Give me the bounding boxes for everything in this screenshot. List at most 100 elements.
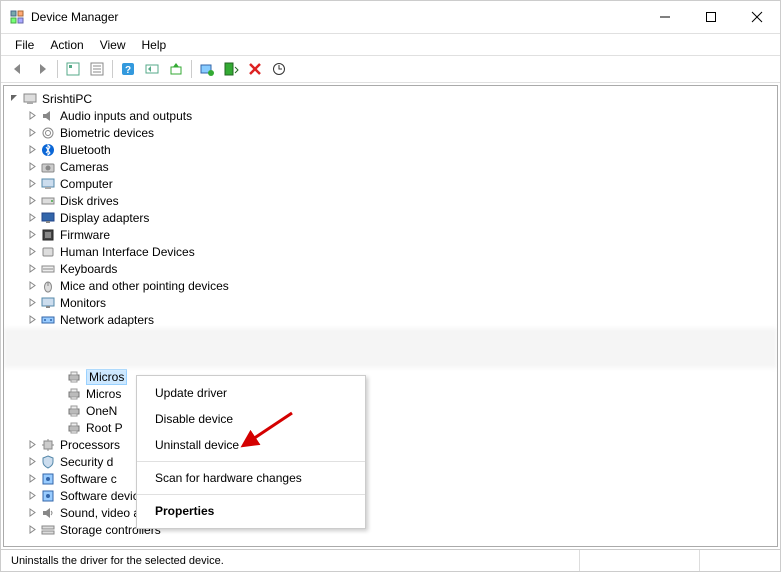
expand-icon[interactable] bbox=[26, 281, 38, 290]
forward-button[interactable] bbox=[31, 58, 53, 80]
tree-row[interactable]: Mice and other pointing devices bbox=[4, 277, 777, 294]
expand-icon[interactable] bbox=[26, 230, 38, 239]
tree-row[interactable]: Keyboards bbox=[4, 260, 777, 277]
tree-row[interactable]: Computer bbox=[4, 175, 777, 192]
menuitem-properties[interactable]: Properties bbox=[137, 498, 365, 524]
maximize-button[interactable] bbox=[688, 1, 734, 33]
tree-row[interactable]: Firmware bbox=[4, 226, 777, 243]
device-label: Root P bbox=[86, 421, 123, 435]
device-row[interactable]: OneN bbox=[4, 402, 777, 419]
window-controls bbox=[642, 1, 780, 33]
menu-view[interactable]: View bbox=[92, 36, 134, 54]
expand-icon[interactable] bbox=[26, 179, 38, 188]
expand-icon[interactable] bbox=[26, 196, 38, 205]
uninstall-device-button[interactable] bbox=[244, 58, 266, 80]
category-label: Keyboards bbox=[60, 262, 117, 276]
menu-file[interactable]: File bbox=[7, 36, 42, 54]
expand-icon[interactable] bbox=[26, 145, 38, 154]
expand-icon[interactable] bbox=[26, 491, 38, 500]
menuitem-update-driver[interactable]: Update driver bbox=[137, 380, 365, 406]
tree-row[interactable]: Storage controllers bbox=[4, 521, 777, 538]
tree-row[interactable]: Sound, video and game controllers bbox=[4, 504, 777, 521]
computer-icon bbox=[22, 91, 38, 107]
show-hide-console-button[interactable] bbox=[62, 58, 84, 80]
expand-icon[interactable] bbox=[26, 457, 38, 466]
menuitem-scan-hardware[interactable]: Scan for hardware changes bbox=[137, 465, 365, 491]
device-row[interactable]: Root P bbox=[4, 419, 777, 436]
category-label: Network adapters bbox=[60, 313, 154, 327]
scan-hardware-button[interactable] bbox=[141, 58, 163, 80]
update-driver-button[interactable] bbox=[165, 58, 187, 80]
tree-row[interactable]: Processors bbox=[4, 436, 777, 453]
device-label: Micros bbox=[86, 369, 127, 385]
expand-icon[interactable] bbox=[26, 213, 38, 222]
back-button[interactable] bbox=[7, 58, 29, 80]
printer-icon bbox=[66, 369, 82, 385]
device-tree[interactable]: SrishtiPC Audio inputs and outputsBiomet… bbox=[3, 85, 778, 547]
tree-row[interactable]: Disk drives bbox=[4, 192, 777, 209]
firmware-icon bbox=[40, 227, 56, 243]
tree-row[interactable]: Human Interface Devices bbox=[4, 243, 777, 260]
expand-icon[interactable] bbox=[26, 474, 38, 483]
expand-icon[interactable] bbox=[26, 111, 38, 120]
help-button[interactable]: ? bbox=[117, 58, 139, 80]
tree-row[interactable]: Monitors bbox=[4, 294, 777, 311]
tree-row[interactable]: Security d bbox=[4, 453, 777, 470]
category-label: Disk drives bbox=[60, 194, 119, 208]
menu-action[interactable]: Action bbox=[42, 36, 91, 54]
category-label: Bluetooth bbox=[60, 143, 111, 157]
expand-icon[interactable] bbox=[26, 128, 38, 137]
status-cell bbox=[700, 550, 780, 571]
svg-text:?: ? bbox=[125, 65, 131, 76]
tree-row[interactable]: Software c bbox=[4, 470, 777, 487]
device-row[interactable]: Micros bbox=[4, 385, 777, 402]
hid-icon bbox=[40, 244, 56, 260]
tree-row[interactable]: Biometric devices bbox=[4, 124, 777, 141]
keyboard-icon bbox=[40, 261, 56, 277]
category-label: Monitors bbox=[60, 296, 106, 310]
root-label: SrishtiPC bbox=[42, 92, 92, 106]
app-icon bbox=[9, 9, 25, 25]
properties-button[interactable] bbox=[86, 58, 108, 80]
camera-icon bbox=[40, 159, 56, 175]
category-label: Software c bbox=[60, 472, 117, 486]
expand-icon[interactable] bbox=[26, 247, 38, 256]
root-node[interactable]: SrishtiPC bbox=[4, 90, 777, 107]
disk-icon bbox=[40, 193, 56, 209]
scan-button[interactable] bbox=[268, 58, 290, 80]
software-icon bbox=[40, 488, 56, 504]
monitor-icon bbox=[40, 295, 56, 311]
bluetooth-icon bbox=[40, 142, 56, 158]
disable-device-button[interactable] bbox=[220, 58, 242, 80]
tree-row[interactable]: Audio inputs and outputs bbox=[4, 107, 777, 124]
toolbar: ? bbox=[1, 55, 780, 83]
expand-icon[interactable] bbox=[26, 162, 38, 171]
status-text: Uninstalls the driver for the selected d… bbox=[5, 550, 580, 571]
toolbar-separator bbox=[57, 60, 58, 78]
network-icon bbox=[40, 312, 56, 328]
speaker-icon bbox=[40, 108, 56, 124]
expand-icon[interactable] bbox=[26, 508, 38, 517]
tree-row[interactable]: Software devices bbox=[4, 487, 777, 504]
tree-row[interactable]: Bluetooth bbox=[4, 141, 777, 158]
minimize-button[interactable] bbox=[642, 1, 688, 33]
printer-icon bbox=[66, 420, 82, 436]
expand-icon[interactable] bbox=[26, 264, 38, 273]
menu-separator bbox=[137, 494, 365, 495]
device-label: Micros bbox=[86, 387, 121, 401]
expand-icon[interactable] bbox=[8, 94, 20, 103]
enable-device-button[interactable] bbox=[196, 58, 218, 80]
close-button[interactable] bbox=[734, 1, 780, 33]
menubar: File Action View Help bbox=[1, 33, 780, 55]
category-label: Display adapters bbox=[60, 211, 149, 225]
expand-icon[interactable] bbox=[26, 298, 38, 307]
expand-icon[interactable] bbox=[26, 315, 38, 324]
menu-help[interactable]: Help bbox=[134, 36, 175, 54]
tree-row[interactable]: Cameras bbox=[4, 158, 777, 175]
fingerprint-icon bbox=[40, 125, 56, 141]
expand-icon[interactable] bbox=[26, 440, 38, 449]
device-row[interactable]: Micros bbox=[4, 368, 777, 385]
expand-icon[interactable] bbox=[26, 525, 38, 534]
tree-row[interactable]: Network adapters bbox=[4, 311, 777, 328]
tree-row[interactable]: Display adapters bbox=[4, 209, 777, 226]
